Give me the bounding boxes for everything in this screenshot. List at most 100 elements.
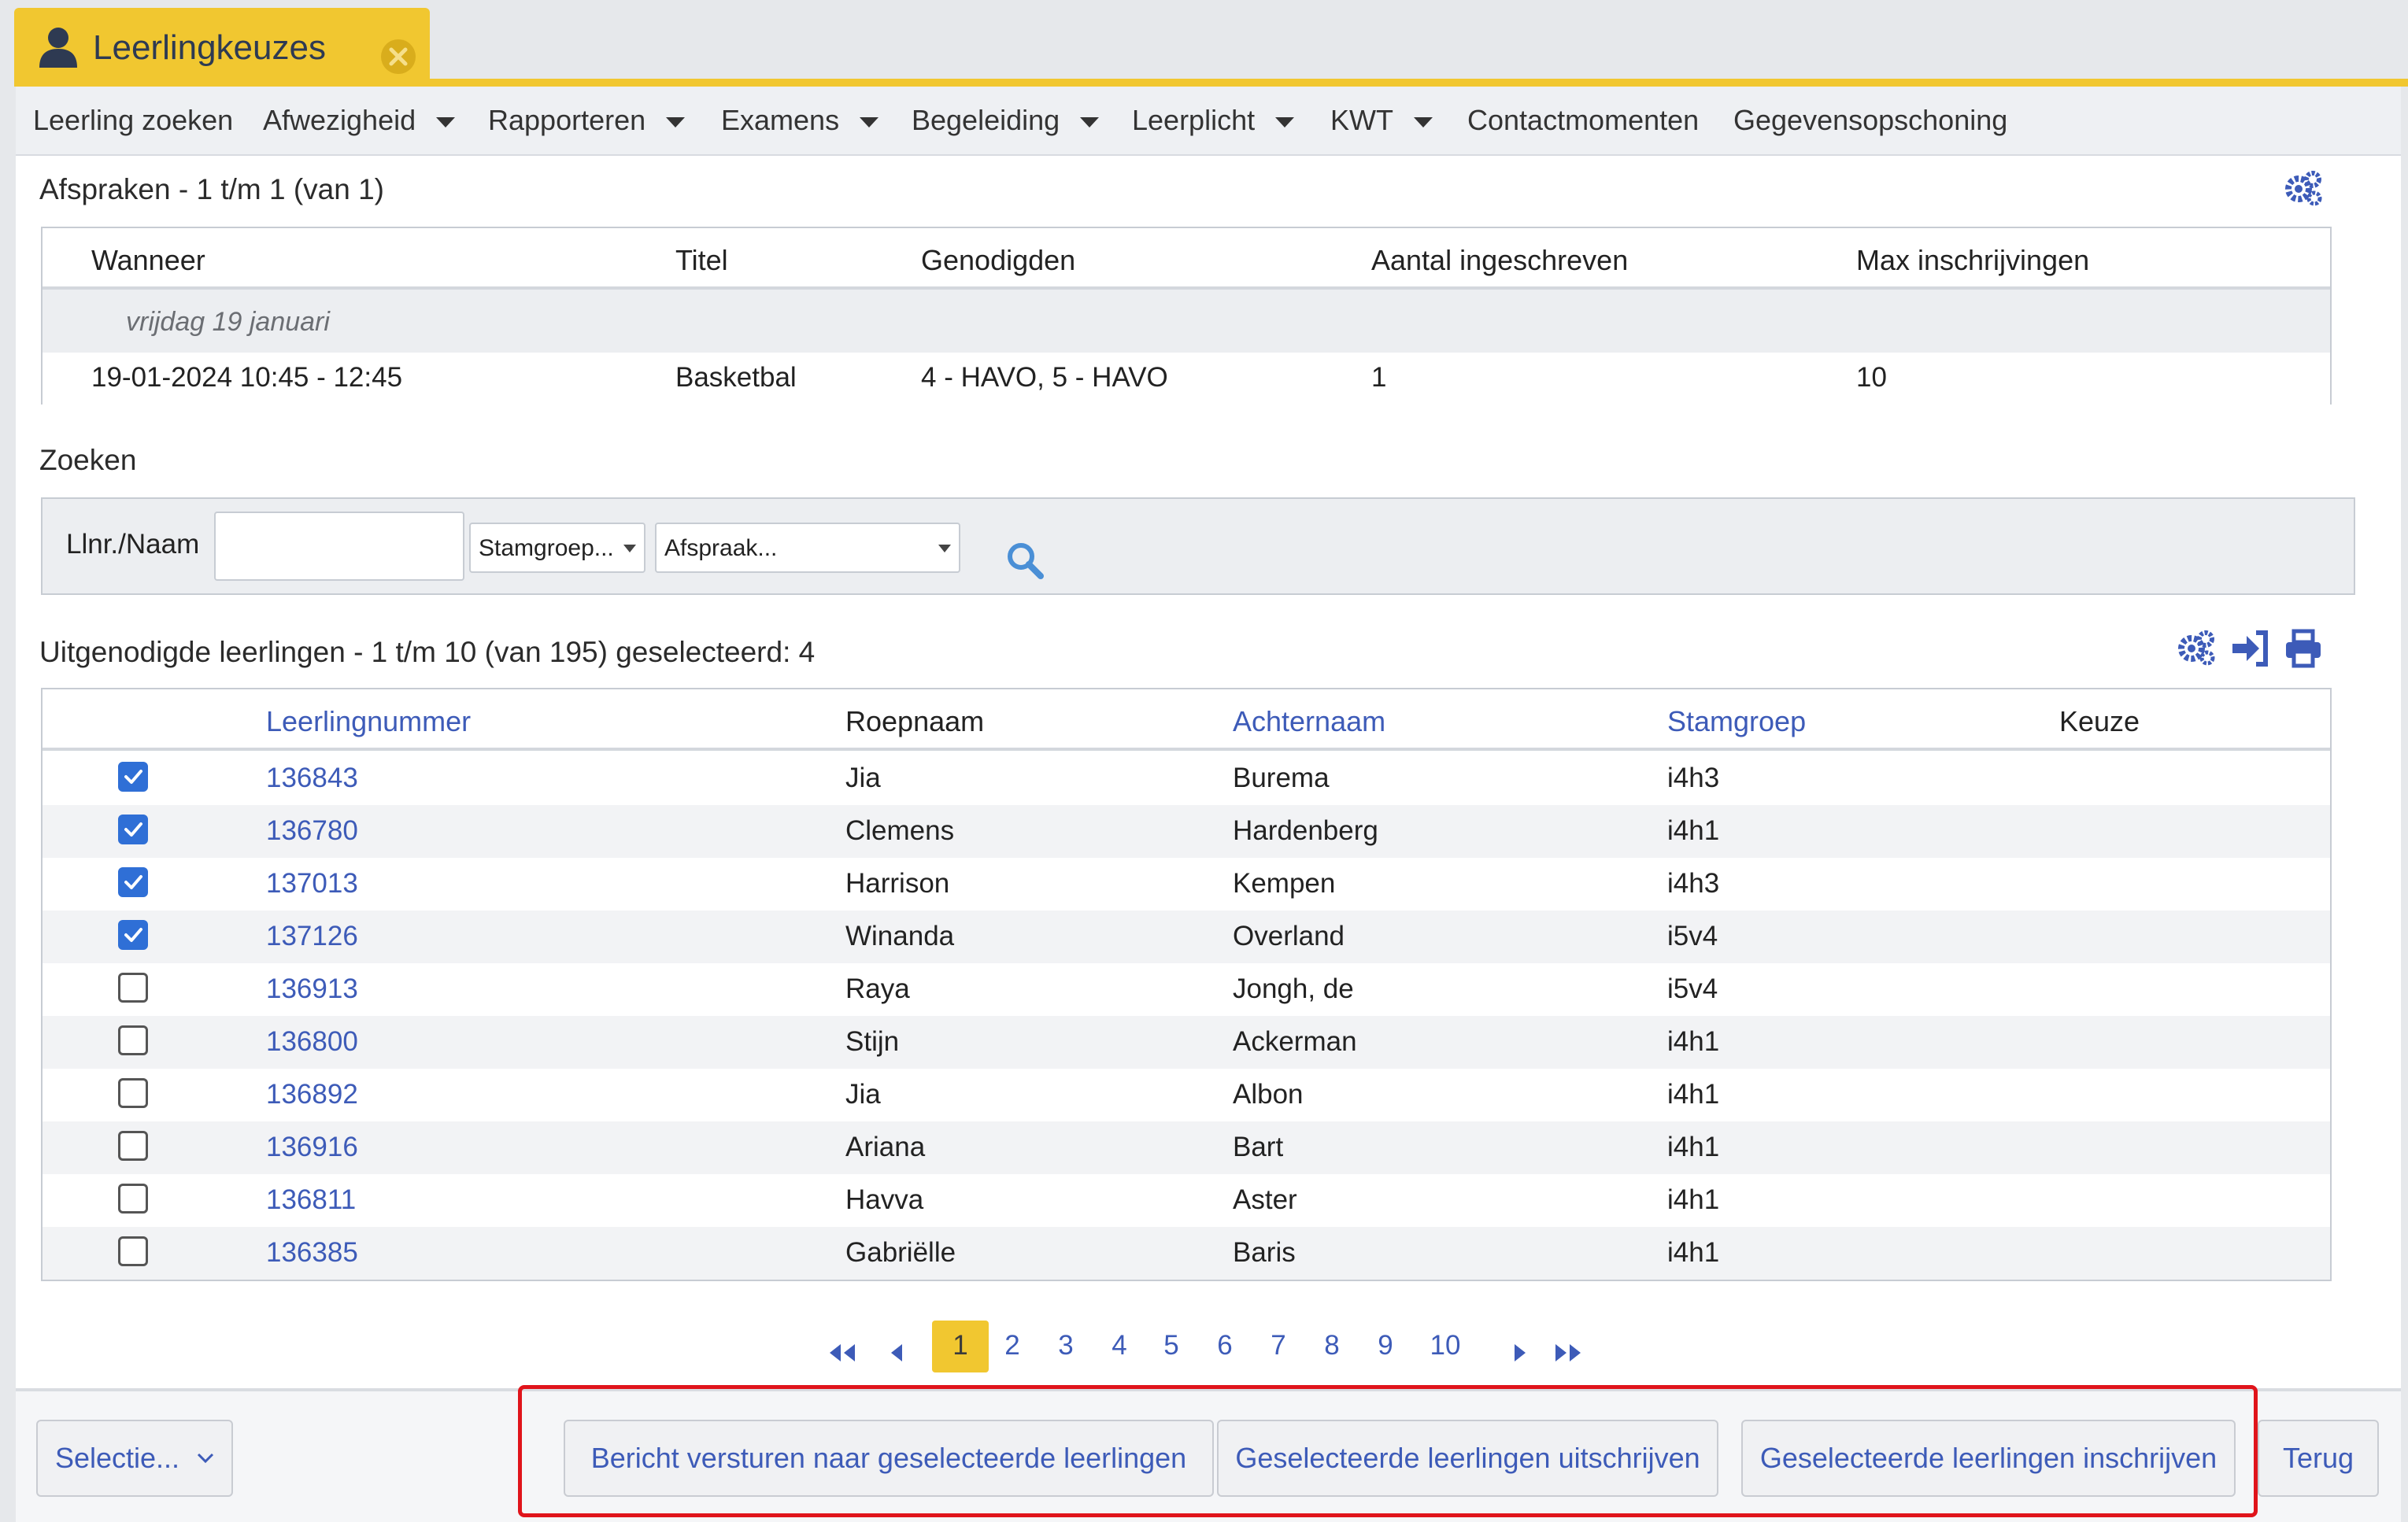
cell-leerlingnummer[interactable]: 136385 (266, 1237, 358, 1269)
cell-stamgroep: i4h1 (1667, 1184, 1720, 1215)
check-icon (124, 928, 142, 942)
cell-aantal: 1 (1371, 362, 1387, 393)
cell-leerlingnummer[interactable]: 136780 (266, 815, 358, 847)
check-icon (124, 822, 142, 837)
menu-begeleiding[interactable]: Begeleiding (912, 104, 1100, 137)
stamgroep-select[interactable]: Stamgroep... (469, 523, 645, 573)
cell-wanneer: 19-01-2024 10:45 - 12:45 (91, 362, 403, 393)
print-icon[interactable] (2283, 628, 2324, 669)
cell-max: 10 (1856, 362, 1887, 393)
prev-page-icon[interactable] (890, 1343, 905, 1363)
terug-button[interactable]: Terug (2258, 1420, 2379, 1497)
app-window: Leerlingkeuzes Leerling zoeken Afwezighe… (0, 0, 2408, 1522)
page-number[interactable]: 2 (989, 1330, 1036, 1361)
page-number[interactable]: 1 (937, 1330, 984, 1361)
column-header: Aantal ingeschreven (1371, 244, 1629, 276)
row-checkbox[interactable] (118, 815, 148, 844)
cell-roepnaam: Jia (845, 763, 881, 793)
table-header: Wanneer Titel Genodigden Aantal ingeschr… (43, 228, 2330, 290)
page-number[interactable]: 9 (1362, 1330, 1409, 1361)
page-number[interactable]: 6 (1201, 1330, 1248, 1361)
cell-leerlingnummer[interactable]: 136800 (266, 1026, 358, 1058)
tab-leerlingkeuzes[interactable]: Leerlingkeuzes (14, 8, 430, 83)
menu-examens[interactable]: Examens (721, 104, 879, 137)
last-page-icon[interactable] (1552, 1343, 1584, 1363)
settings-gears-icon[interactable] (2283, 168, 2324, 209)
row-checkbox[interactable] (118, 973, 148, 1003)
column-header-achternaam[interactable]: Achternaam (1233, 705, 1385, 738)
cell-stamgroep: i4h3 (1667, 868, 1720, 899)
inschrijven-button[interactable]: Geselecteerde leerlingen inschrijven (1741, 1420, 2236, 1497)
caret-down-icon (1275, 116, 1295, 127)
row-checkbox[interactable] (118, 867, 148, 897)
bericht-versturen-button[interactable]: Bericht versturen naar geselecteerde lee… (564, 1420, 1214, 1497)
page-number[interactable]: 8 (1308, 1330, 1356, 1361)
table-row[interactable]: 136913 Raya Jongh, de i5v4 (43, 963, 2330, 1016)
tab-title: Leerlingkeuzes (93, 28, 326, 67)
menu-leerling-zoeken[interactable]: Leerling zoeken (33, 104, 233, 137)
next-page-icon[interactable] (1511, 1343, 1527, 1363)
row-checkbox[interactable] (118, 1131, 148, 1161)
cell-leerlingnummer[interactable]: 137013 (266, 868, 358, 900)
caret-down-icon (1080, 116, 1100, 127)
page-number[interactable]: 4 (1096, 1330, 1143, 1361)
table-row[interactable]: 136916 Ariana Bart i4h1 (43, 1121, 2330, 1174)
row-checkbox[interactable] (118, 1236, 148, 1266)
column-header-leerlingnummer[interactable]: Leerlingnummer (266, 705, 471, 738)
table-row[interactable]: 136811 Havva Aster i4h1 (43, 1174, 2330, 1227)
row-checkbox[interactable] (118, 1025, 148, 1055)
check-icon (124, 770, 142, 784)
check-icon (124, 875, 142, 889)
selectie-button[interactable]: Selectie... (36, 1420, 233, 1497)
table-row[interactable]: 136800 Stijn Ackerman i4h1 (43, 1016, 2330, 1069)
cell-leerlingnummer[interactable]: 136843 (266, 763, 358, 794)
table-row[interactable]: 137126 Winanda Overland i5v4 (43, 911, 2330, 963)
menu-leerplicht[interactable]: Leerplicht (1132, 104, 1295, 137)
row-checkbox[interactable] (118, 920, 148, 950)
table-row[interactable]: 136780 Clemens Hardenberg i4h1 (43, 805, 2330, 858)
column-header: Wanneer (91, 244, 205, 276)
tab-underline (14, 79, 2408, 87)
page-number[interactable]: 7 (1255, 1330, 1302, 1361)
cell-stamgroep: i5v4 (1667, 921, 1718, 951)
column-header-stamgroep[interactable]: Stamgroep (1667, 705, 1806, 738)
row-checkbox[interactable] (118, 1184, 148, 1214)
page-number[interactable]: 5 (1148, 1330, 1195, 1361)
first-page-icon[interactable] (827, 1343, 858, 1363)
menu-rapporteren[interactable]: Rapporteren (488, 104, 686, 137)
search-label: Llnr./Naam (66, 529, 200, 560)
close-circle-icon[interactable] (379, 38, 417, 76)
cell-stamgroep: i4h1 (1667, 1237, 1720, 1268)
uitschrijven-button[interactable]: Geselecteerde leerlingen uitschrijven (1217, 1420, 1718, 1497)
cell-roepnaam: Havva (845, 1184, 924, 1215)
caret-down-icon (666, 116, 686, 127)
table-row[interactable]: 19-01-2024 10:45 - 12:45 Basketbal 4 - H… (43, 353, 2330, 405)
table-row[interactable]: 137013 Harrison Kempen i4h3 (43, 858, 2330, 911)
row-checkbox[interactable] (118, 1078, 148, 1108)
column-header: Max inschrijvingen (1856, 244, 2090, 276)
search-icon[interactable] (1004, 540, 1045, 581)
page-number[interactable]: 10 (1422, 1330, 1469, 1361)
table-row[interactable]: 136892 Jia Albon i4h1 (43, 1069, 2330, 1121)
cell-leerlingnummer[interactable]: 136913 (266, 973, 358, 1005)
menu-gegevensopschoning[interactable]: Gegevensopschoning (1733, 104, 2007, 137)
cell-leerlingnummer[interactable]: 136916 (266, 1132, 358, 1163)
table-row[interactable]: 136843 Jia Burema i4h3 (43, 752, 2330, 805)
chevron-down-icon (197, 1453, 214, 1464)
export-icon[interactable] (2229, 628, 2270, 669)
cell-leerlingnummer[interactable]: 136892 (266, 1079, 358, 1110)
afspraak-select[interactable]: Afspraak... (655, 523, 960, 573)
zoeken-title: Zoeken (39, 444, 137, 476)
search-input[interactable] (214, 512, 464, 581)
table-header: Leerlingnummer Roepnaam Achternaam Stamg… (43, 689, 2330, 751)
menu-kwt[interactable]: KWT (1330, 104, 1433, 137)
page-number[interactable]: 3 (1042, 1330, 1089, 1361)
table-row[interactable]: 136385 Gabriëlle Baris i4h1 (43, 1227, 2330, 1280)
cell-leerlingnummer[interactable]: 136811 (266, 1184, 356, 1216)
settings-gears-icon[interactable] (2176, 628, 2217, 669)
menu-afwezigheid[interactable]: Afwezigheid (263, 104, 456, 137)
cell-roepnaam: Clemens (845, 815, 955, 846)
row-checkbox[interactable] (118, 762, 148, 792)
cell-leerlingnummer[interactable]: 137126 (266, 921, 358, 952)
menu-contactmomenten[interactable]: Contactmomenten (1467, 104, 1699, 137)
